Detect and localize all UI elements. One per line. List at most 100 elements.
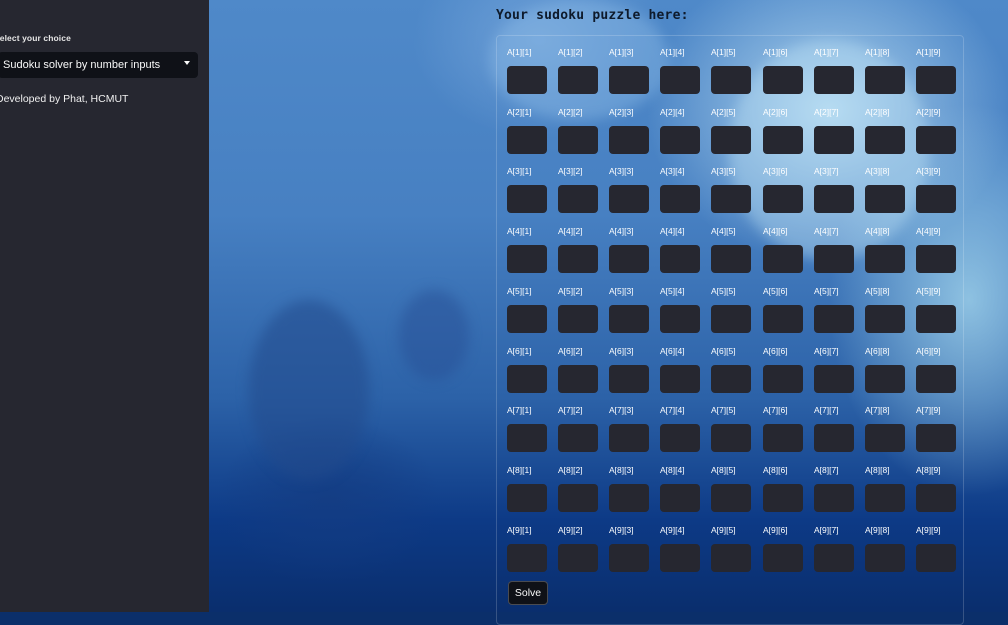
cell-input[interactable] (763, 245, 803, 273)
cell-input[interactable] (763, 484, 803, 512)
cell-input[interactable] (660, 126, 700, 154)
cell-input[interactable] (660, 66, 700, 94)
cell-input[interactable] (507, 185, 547, 213)
cell-label: A[7][2] (558, 405, 583, 415)
cell-label: A[8][8] (865, 465, 890, 475)
cell-input[interactable] (763, 305, 803, 333)
cell-input[interactable] (814, 66, 854, 94)
cell-input[interactable] (711, 365, 751, 393)
cell-input[interactable] (660, 185, 700, 213)
cell-input[interactable] (507, 66, 547, 94)
cell-label: A[6][9] (916, 346, 941, 356)
cell-input[interactable] (916, 185, 956, 213)
cell-input[interactable] (916, 544, 956, 572)
cell-input[interactable] (609, 365, 649, 393)
cell-input[interactable] (763, 365, 803, 393)
cell-input[interactable] (865, 185, 905, 213)
cell-input[interactable] (609, 424, 649, 452)
cell-input[interactable] (814, 305, 854, 333)
cell-input[interactable] (558, 484, 598, 512)
cell-input[interactable] (558, 365, 598, 393)
cell-input[interactable] (763, 424, 803, 452)
cell-label: A[4][4] (660, 226, 685, 236)
cell-input[interactable] (558, 305, 598, 333)
cell-input[interactable] (609, 126, 649, 154)
cell-input[interactable] (711, 245, 751, 273)
cell-input[interactable] (865, 424, 905, 452)
cell-input[interactable] (865, 544, 905, 572)
cell-input[interactable] (660, 544, 700, 572)
cell-input[interactable] (558, 424, 598, 452)
cell-input[interactable] (609, 66, 649, 94)
developer-credit: Developed by Phat, HCMUT (0, 93, 129, 105)
cell-input[interactable] (865, 126, 905, 154)
cell-input[interactable] (558, 66, 598, 94)
cell-input[interactable] (916, 365, 956, 393)
cell-input[interactable] (916, 126, 956, 154)
cell-label: A[3][2] (558, 166, 583, 176)
cell-input[interactable] (609, 185, 649, 213)
cell-input[interactable] (711, 126, 751, 154)
cell-label: A[2][8] (865, 107, 890, 117)
cell-input[interactable] (814, 185, 854, 213)
cell-input[interactable] (507, 424, 547, 452)
cell-label: A[9][2] (558, 525, 583, 535)
cell-input[interactable] (609, 544, 649, 572)
cell-input[interactable] (763, 544, 803, 572)
cell-input[interactable] (507, 365, 547, 393)
cell-input[interactable] (558, 245, 598, 273)
cell-input[interactable] (814, 484, 854, 512)
cell-input[interactable] (711, 305, 751, 333)
cell-input[interactable] (814, 245, 854, 273)
cell-input[interactable] (711, 66, 751, 94)
cell-input[interactable] (609, 245, 649, 273)
cell-input[interactable] (763, 185, 803, 213)
cell-input[interactable] (814, 424, 854, 452)
cell-input[interactable] (507, 484, 547, 512)
cell-input[interactable] (814, 365, 854, 393)
cell-input[interactable] (814, 126, 854, 154)
cell-input[interactable] (865, 484, 905, 512)
cell-input[interactable] (507, 544, 547, 572)
cell-input[interactable] (763, 126, 803, 154)
cell-input[interactable] (711, 185, 751, 213)
cell-label: A[8][6] (763, 465, 788, 475)
choice-select[interactable]: Sudoku solver by number inputs (0, 52, 198, 78)
cell-label: A[3][3] (609, 166, 634, 176)
cell-input[interactable] (609, 484, 649, 512)
cell-label: A[4][8] (865, 226, 890, 236)
cell-label: A[2][7] (814, 107, 839, 117)
cell-input[interactable] (916, 66, 956, 94)
cell-label: A[2][1] (507, 107, 532, 117)
cell-input[interactable] (660, 305, 700, 333)
cell-input[interactable] (660, 245, 700, 273)
cell-input[interactable] (558, 185, 598, 213)
cell-input[interactable] (865, 245, 905, 273)
cell-input[interactable] (711, 484, 751, 512)
cell-input[interactable] (916, 484, 956, 512)
cell-input[interactable] (507, 245, 547, 273)
cell-input[interactable] (711, 544, 751, 572)
cell-input[interactable] (865, 365, 905, 393)
cell-input[interactable] (558, 544, 598, 572)
cell-input[interactable] (865, 66, 905, 94)
cell-input[interactable] (916, 245, 956, 273)
cell-label: A[4][2] (558, 226, 583, 236)
cell-input[interactable] (814, 544, 854, 572)
cell-input[interactable] (558, 126, 598, 154)
cell-input[interactable] (507, 126, 547, 154)
cell-label: A[6][7] (814, 346, 839, 356)
cell-input[interactable] (711, 424, 751, 452)
cell-label: A[2][2] (558, 107, 583, 117)
cell-input[interactable] (916, 424, 956, 452)
cell-input[interactable] (660, 484, 700, 512)
cell-input[interactable] (660, 365, 700, 393)
solve-button[interactable]: Solve (508, 581, 548, 605)
cell-input[interactable] (609, 305, 649, 333)
cell-input[interactable] (865, 305, 905, 333)
cell-label: A[5][2] (558, 286, 583, 296)
cell-input[interactable] (763, 66, 803, 94)
cell-input[interactable] (660, 424, 700, 452)
cell-input[interactable] (507, 305, 547, 333)
cell-input[interactable] (916, 305, 956, 333)
